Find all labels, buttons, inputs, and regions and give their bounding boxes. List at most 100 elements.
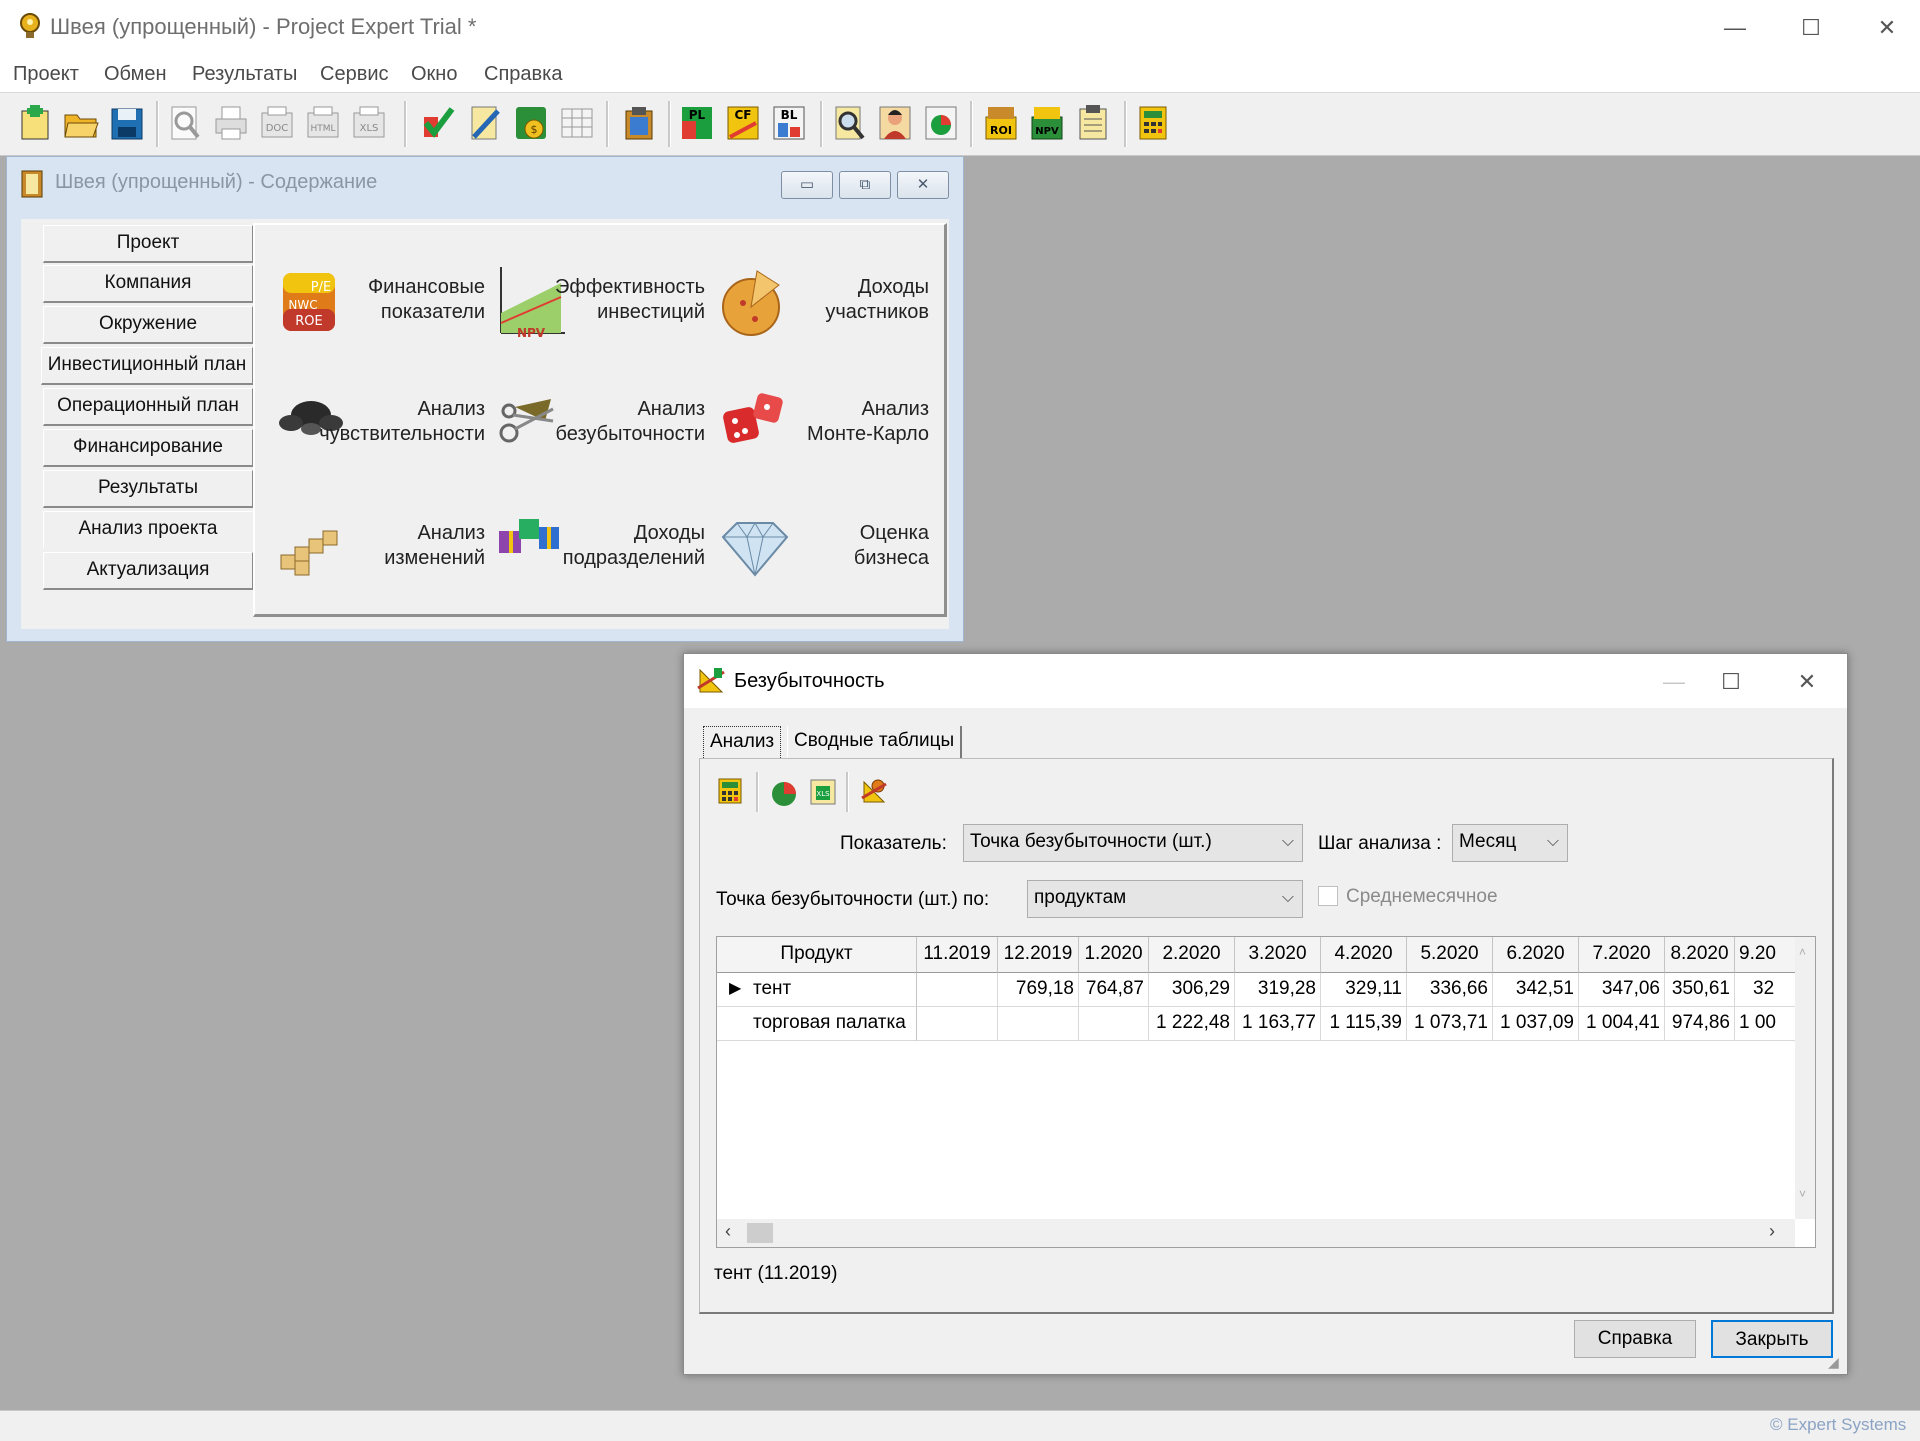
calculator-icon[interactable] [716,776,744,806]
close-dialog-button[interactable]: Закрыть [1711,1320,1833,1358]
table-cell[interactable] [917,1007,998,1041]
menu-window[interactable]: Окно [411,60,457,88]
calculate-icon[interactable]: $ [512,103,550,143]
help-button[interactable]: Справка [1574,1320,1696,1358]
indicator-select[interactable]: Точка безубыточности (шт.) ⌵ [963,824,1303,862]
column-header[interactable]: 5.2020 [1407,937,1493,973]
new-project-icon[interactable] [16,103,54,143]
table-cell[interactable]: 764,87 [1079,973,1149,1007]
column-header[interactable]: 11.2019 [917,937,998,973]
scroll-left-icon[interactable]: ‹ [725,1221,731,1242]
table-cell[interactable]: 1 163,77 [1235,1007,1321,1041]
nav-project[interactable]: Проект [43,225,253,263]
roi-icon[interactable]: ROI [982,103,1020,143]
nav-environment[interactable]: Окружение [43,306,253,344]
column-header[interactable]: 2.2020 [1149,937,1235,973]
column-header[interactable]: 4.2020 [1321,937,1407,973]
table-cell[interactable]: 1 073,71 [1407,1007,1493,1041]
check-icon[interactable] [420,103,458,143]
table-cell[interactable]: 336,66 [1407,973,1493,1007]
minimize-button[interactable]: — [1700,6,1770,50]
nav-results[interactable]: Результаты [43,470,253,508]
tile-breakeven-analysis[interactable]: Анализ безубыточности [495,375,705,475]
menu-exchange[interactable]: Обмен [104,60,167,88]
table-cell[interactable]: 974,86 [1665,1007,1735,1041]
dialog-maximize-button[interactable]: ☐ [1696,660,1766,704]
horizontal-scrollbar[interactable]: ‹ › [717,1219,1795,1247]
analysis-step-select[interactable]: Месяц ⌵ [1452,824,1568,862]
close-button[interactable]: ✕ [1852,6,1920,50]
menu-help[interactable]: Справка [484,60,562,88]
save-icon[interactable] [108,103,146,143]
table-row-header[interactable]: торговая палатка [717,1007,917,1041]
scroll-up-icon[interactable]: ˄ [1799,945,1806,959]
table-cell[interactable] [998,1007,1079,1041]
tile-sensitivity-analysis[interactable]: Анализ чувствительности [275,375,485,475]
table-cell[interactable]: 32 [1735,973,1795,1007]
column-header[interactable]: 8.2020 [1665,937,1735,973]
table-cell[interactable]: 329,11 [1321,973,1407,1007]
tile-business-valuation[interactable]: Оценка бизнеса [719,499,929,599]
tile-monte-carlo[interactable]: Анализ Монте-Карло [719,375,929,475]
table-cell[interactable] [917,973,998,1007]
table-cell[interactable]: 1 222,48 [1149,1007,1235,1041]
notes-icon[interactable] [1074,103,1112,143]
resize-grip-icon[interactable]: ◢ [1828,1354,1839,1371]
nav-financing[interactable]: Финансирование [43,429,253,467]
chart-icon[interactable] [922,103,960,143]
scroll-thumb[interactable] [747,1223,773,1243]
tile-financial-indicators[interactable]: P/E NWC ROE Финансовые показатели [275,253,485,353]
export-html-icon[interactable]: HTML [304,103,342,143]
nav-actualization[interactable]: Актуализация [43,552,253,590]
column-header[interactable]: 3.2020 [1235,937,1321,973]
mdi-close-button[interactable]: ✕ [897,171,949,199]
calculator-icon[interactable] [1134,103,1172,143]
table-cell[interactable]: 342,51 [1493,973,1579,1007]
breakeven-by-select[interactable]: продуктам ⌵ [1027,880,1303,918]
menu-project[interactable]: Проект [13,60,79,88]
mdi-restore-button[interactable]: ⧉ [839,171,891,199]
column-header[interactable]: 12.2019 [998,937,1079,973]
pl-report-icon[interactable]: PL [678,103,716,143]
table-cell[interactable]: 1 037,09 [1493,1007,1579,1041]
clipboard-icon[interactable] [620,103,658,143]
tile-investment-efficiency[interactable]: NPV Эффективность инвестиций [495,253,705,353]
table-cell[interactable]: 347,06 [1579,973,1665,1007]
table-cell[interactable]: 769,18 [998,973,1079,1007]
bl-report-icon[interactable]: BL [770,103,808,143]
tile-participants-income[interactable]: Доходы участников [719,253,929,353]
export-doc-icon[interactable]: DOC [258,103,296,143]
xls-export-icon[interactable]: XLS [808,776,838,808]
column-header-product[interactable]: Продукт [717,937,917,973]
cf-report-icon[interactable]: CF [724,103,762,143]
person-icon[interactable] [876,103,914,143]
scroll-right-icon[interactable]: › [1769,1221,1775,1242]
column-header[interactable]: 7.2020 [1579,937,1665,973]
open-icon[interactable] [62,103,100,143]
nav-project-analysis[interactable]: Анализ проекта [43,511,253,549]
table-row-header[interactable]: ▶ тент [717,973,917,1007]
tab-analysis[interactable]: Анализ [703,726,782,758]
tile-change-analysis[interactable]: Анализ изменений [275,499,485,599]
nav-investment-plan[interactable]: Инвестиционный план [41,347,253,385]
nav-operations-plan[interactable]: Операционный план [43,388,253,426]
table-cell[interactable]: 1 115,39 [1321,1007,1407,1041]
scroll-down-icon[interactable]: ˅ [1799,1187,1806,1201]
export-xls-icon[interactable]: XLS [350,103,388,143]
menu-results[interactable]: Результаты [192,60,297,88]
table-cell[interactable]: 319,28 [1235,973,1321,1007]
mdi-minimize-button[interactable]: ▭ [781,171,833,199]
zoom-icon[interactable] [830,103,868,143]
tile-divisions-income[interactable]: Доходы подразделений [495,499,705,599]
table-cell[interactable] [1079,1007,1149,1041]
settings-icon[interactable] [858,774,890,808]
table-icon[interactable] [558,103,596,143]
table-cell[interactable]: 1 004,41 [1579,1007,1665,1041]
monthly-average-checkbox[interactable] [1318,886,1338,906]
vertical-scrollbar[interactable]: ˄ ˅ [1795,937,1815,1219]
tab-summary-tables[interactable]: Сводные таблицы [787,726,963,758]
maximize-button[interactable]: ☐ [1776,6,1846,50]
column-header[interactable]: 6.2020 [1493,937,1579,973]
table-cell[interactable]: 350,61 [1665,973,1735,1007]
print-icon[interactable] [212,103,250,143]
